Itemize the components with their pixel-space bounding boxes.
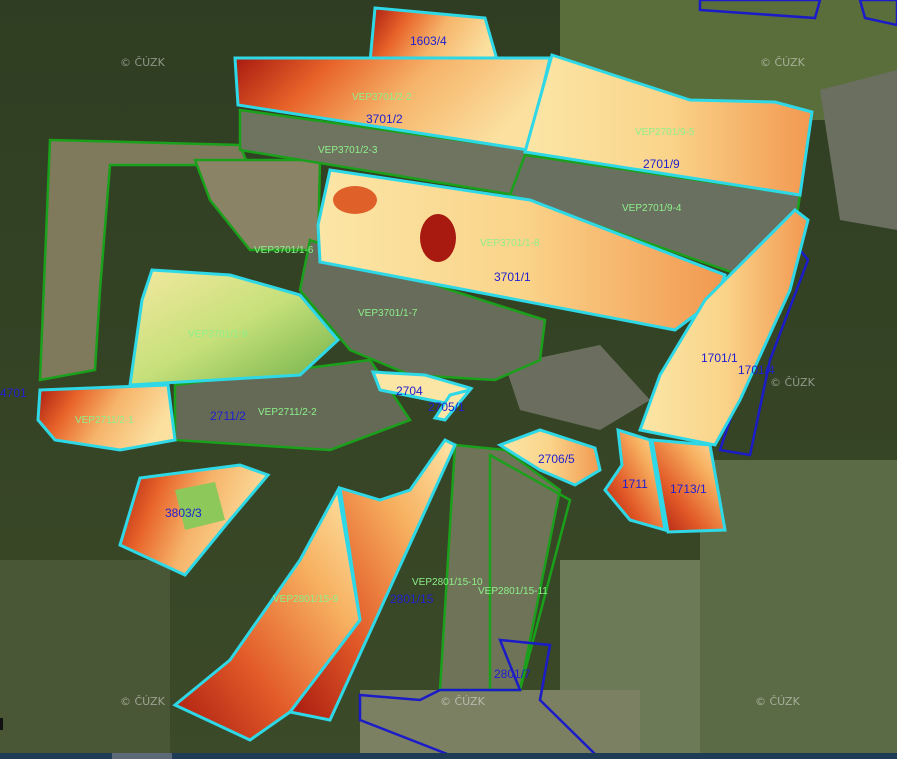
label-2701-9: 2701/9 (643, 157, 680, 171)
label-3803-3: 3803/3 (165, 506, 202, 520)
watermark-3: © ČÚZK (770, 376, 816, 389)
label-2705-1: 2705/1 (428, 400, 465, 414)
field-area (700, 460, 897, 759)
yield-hotspot-2 (333, 186, 377, 214)
label-vep3701-1-6: VEP3701/1-6 (254, 245, 314, 256)
label-vep2801-15-9: VEP2801/15-9 (273, 594, 338, 605)
watermark-4: © ČÚZK (120, 695, 166, 708)
scrollbar-thumb[interactable] (112, 753, 172, 759)
label-vep3701-1-7: VEP3701/1-7 (358, 308, 418, 319)
label-vep2801-15-10: VEP2801/15-10 (412, 577, 483, 588)
horizontal-scrollbar[interactable] (0, 753, 897, 759)
label-vep3701-2-2: VEP3701/2-2 (352, 92, 412, 103)
label-vep3701-2-3: VEP3701/2-3 (318, 145, 378, 156)
label-vep3701-1-9: VEP3701/1-9 (188, 329, 248, 340)
label-1711: 1711 (622, 477, 648, 491)
label-3701-1: 3701/1 (494, 270, 531, 284)
label-vep2801-15-11: VEP2801/15-11 (478, 586, 548, 597)
edge-marker (0, 718, 3, 730)
map-canvas[interactable]: © ČÚZK © ČÚZK © ČÚZK © ČÚZK © ČÚZK © ČÚZ… (0, 0, 897, 759)
label-1603-4: 1603/4 (410, 34, 447, 48)
map-layer: © ČÚZK © ČÚZK © ČÚZK © ČÚZK © ČÚZK © ČÚZ… (0, 0, 897, 759)
label-2711-2: 2711/2 (210, 409, 246, 423)
field-area-4 (360, 690, 640, 759)
label-vep2711-2-1: VEP2711/2-1 (75, 415, 134, 426)
label-vep3701-1-8: VEP3701/1-8 (480, 238, 540, 249)
label-2801-7: 2801/7 (494, 667, 531, 681)
label-vep2701-9-4: VEP2701/9-4 (622, 203, 682, 214)
label-4701: 4701 (0, 386, 27, 400)
watermark-2: © ČÚZK (760, 56, 806, 69)
watermark-5: © ČÚZK (440, 695, 486, 708)
label-vep2701-9-5: VEP2701/9-5 (635, 127, 695, 138)
label-vep2711-2-2: VEP2711/2-2 (258, 407, 317, 418)
watermark-1: © ČÚZK (120, 56, 166, 69)
watermark-6: © ČÚZK (755, 695, 801, 708)
label-1713-1: 1713/1 (670, 482, 707, 496)
label-2801-15: 2801/15 (390, 592, 434, 606)
yield-hotspot (420, 214, 456, 262)
label-1701-4: 1701/4 (738, 363, 775, 377)
label-2706-5: 2706/5 (538, 452, 575, 466)
field-area-3 (0, 560, 170, 759)
label-3701-2: 3701/2 (366, 112, 403, 126)
label-2704: 2704 (396, 384, 423, 398)
label-1701-1: 1701/1 (701, 351, 738, 365)
